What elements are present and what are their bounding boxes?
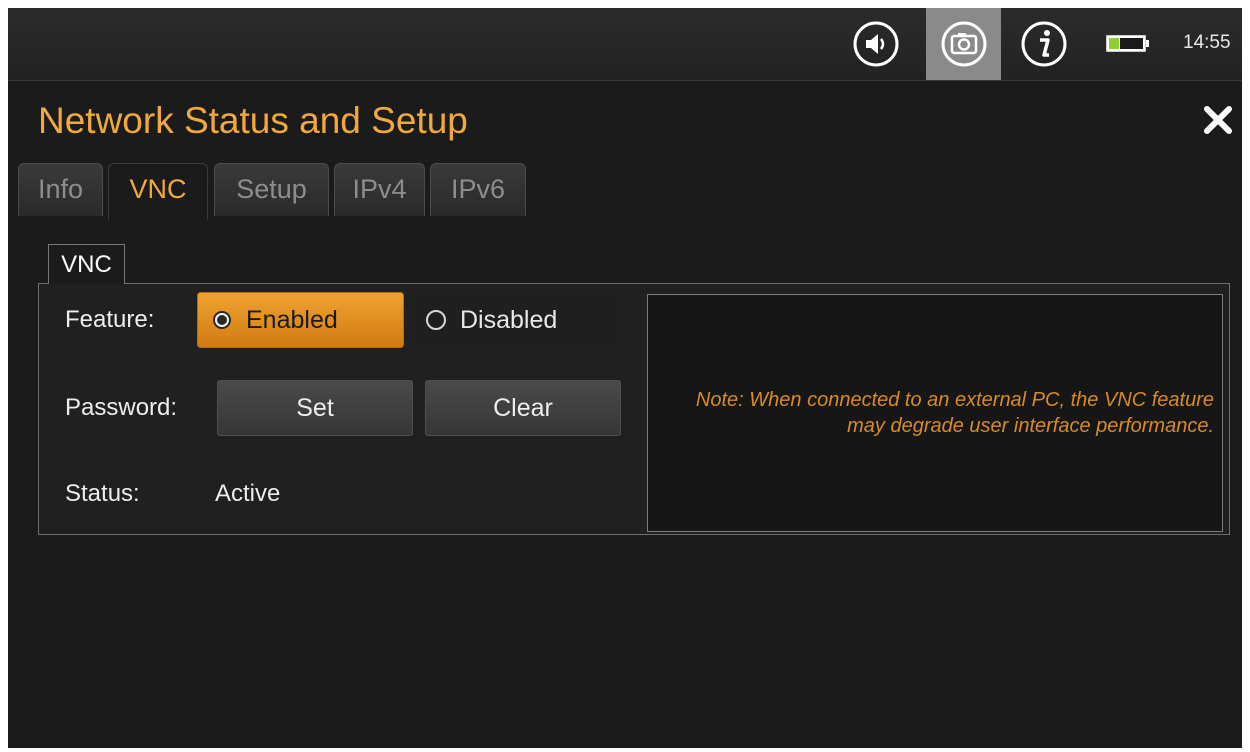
disabled-label: Disabled (460, 306, 558, 334)
vnc-group-title: VNC (48, 244, 125, 284)
password-label: Password: (65, 394, 178, 421)
close-icon[interactable] (1202, 104, 1234, 136)
enabled-label: Enabled (246, 306, 338, 334)
clear-password-button[interactable]: Clear (425, 380, 621, 436)
status-label: Status: (65, 480, 140, 507)
set-password-button[interactable]: Set (217, 380, 413, 436)
feature-label: Feature: (65, 306, 155, 333)
battery-icon (1106, 35, 1149, 52)
vnc-note: Note: When connected to an external PC, … (647, 294, 1223, 532)
info-icon[interactable] (1020, 20, 1068, 68)
feature-disabled-radio[interactable]: Disabled (411, 292, 618, 348)
speaker-icon[interactable] (852, 20, 900, 68)
status-value: Active (215, 480, 281, 507)
tab-ipv6[interactable]: IPv6 (430, 163, 526, 216)
tab-setup[interactable]: Setup (214, 163, 329, 216)
status-bar: 14:55 (8, 8, 1242, 81)
radio-selected-icon (213, 311, 231, 329)
tab-vnc[interactable]: VNC (108, 163, 208, 220)
feature-enabled-radio[interactable]: Enabled (197, 292, 404, 348)
radio-unselected-icon (426, 310, 446, 330)
device-screen: 14:55 Network Status and Setup Info VNC … (8, 8, 1242, 748)
camera-icon[interactable] (940, 20, 988, 68)
tab-info[interactable]: Info (18, 163, 103, 216)
clock: 14:55 (1183, 32, 1231, 53)
vnc-group: Feature: Enabled Disabled Password: Set … (38, 283, 1230, 535)
tab-ipv4[interactable]: IPv4 (334, 163, 425, 216)
page-title: Network Status and Setup (38, 100, 468, 141)
